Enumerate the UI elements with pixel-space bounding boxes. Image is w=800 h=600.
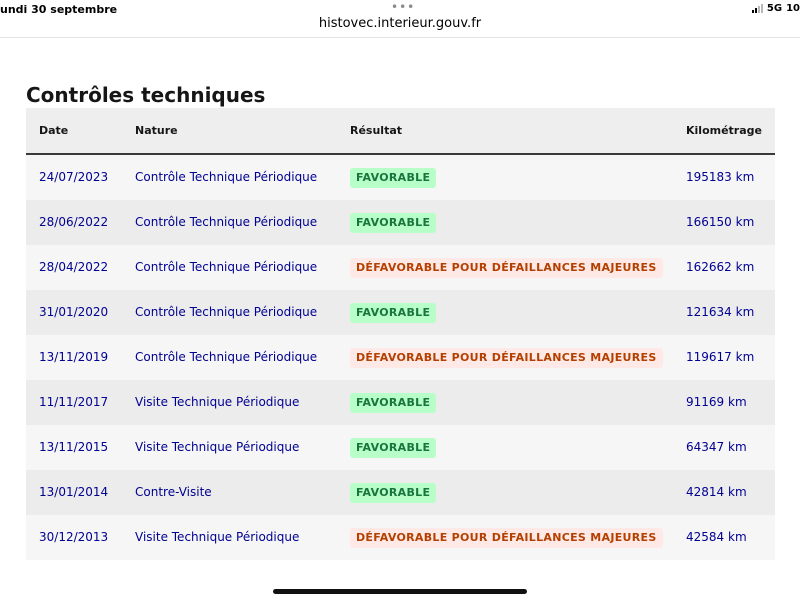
status-badge: DÉFAVORABLE POUR DÉFAILLANCES MAJEURES: [350, 257, 663, 278]
table-header: Date Nature Résultat Kilométrage: [26, 108, 775, 155]
cell-nature: Visite Technique Périodique: [135, 530, 300, 544]
table-row: 30/12/2013 Visite Technique Périodique DÉF…: [26, 515, 775, 560]
page-title: Contrôles techniques: [26, 83, 266, 107]
table-row: 11/11/2017 Visite Technique Périodique FAV…: [26, 380, 775, 425]
status-badge: DÉFAVORABLE POUR DÉFAILLANCES MAJEURES: [350, 347, 663, 368]
table-row: 13/01/2014 Contre-Visite FAVORABLE 42814 km: [26, 470, 775, 515]
cell-mileage: 166150 km: [686, 215, 755, 229]
battery-level: 10: [786, 3, 800, 14]
header-date: Date: [39, 124, 69, 137]
home-indicator[interactable]: [273, 589, 527, 594]
cell-nature: Contrôle Technique Périodique: [135, 305, 318, 319]
status-badge: FAVORABLE: [350, 167, 437, 188]
cell-mileage: 162662 km: [686, 260, 755, 274]
cell-date: 28/06/2022: [39, 215, 109, 229]
cell-mileage: 42814 km: [686, 485, 747, 499]
status-badge: FAVORABLE: [350, 302, 437, 323]
cell-date: 30/12/2013: [39, 530, 109, 544]
status-date: undi 30 septembre: [0, 3, 118, 16]
header-nature: Nature: [135, 124, 178, 137]
table-row: 13/11/2019 Contrôle Technique Périodique D…: [26, 335, 775, 380]
cell-date: 13/11/2015: [39, 440, 109, 454]
cell-result: FAVORABLE: [350, 380, 437, 425]
table-row: 13/11/2015 Visite Technique Périodique FAV…: [26, 425, 775, 470]
header-mileage: Kilométrage: [686, 124, 762, 137]
cell-mileage: 119617 km: [686, 350, 755, 364]
cell-result: FAVORABLE: [350, 425, 437, 470]
status-badge: FAVORABLE: [350, 482, 437, 503]
status-indicators: 5G 10: [751, 3, 800, 14]
cell-nature: Contrôle Technique Périodique: [135, 350, 318, 364]
cell-mileage: 42584 km: [686, 530, 747, 544]
cell-nature: Contrôle Technique Périodique: [135, 260, 318, 274]
cell-nature: Contrôle Technique Périodique: [135, 215, 318, 229]
status-badge: FAVORABLE: [350, 212, 437, 233]
cell-mileage: 64347 km: [686, 440, 747, 454]
cell-result: DÉFAVORABLE POUR DÉFAILLANCES MAJEURES: [350, 245, 663, 290]
browser-status-bar: undi 30 septembre ••• histovec.interieur…: [0, 0, 800, 38]
cell-result: DÉFAVORABLE POUR DÉFAILLANCES MAJEURES: [350, 515, 663, 560]
tab-menu-dots-icon[interactable]: •••: [391, 0, 415, 14]
cell-result: FAVORABLE: [350, 290, 437, 335]
status-badge: FAVORABLE: [350, 437, 437, 458]
status-badge: DÉFAVORABLE POUR DÉFAILLANCES MAJEURES: [350, 527, 663, 548]
cell-date: 13/01/2014: [39, 485, 109, 499]
network-type: 5G: [766, 3, 783, 14]
table-row: 28/04/2022 Contrôle Technique Périodique D…: [26, 245, 775, 290]
cell-mileage: 121634 km: [686, 305, 755, 319]
table-row: 24/07/2023 Contrôle Technique Périodique F…: [26, 155, 775, 200]
cell-result: FAVORABLE: [350, 470, 437, 515]
url-address-bar[interactable]: histovec.interieur.gouv.fr: [0, 16, 800, 31]
table-body: 24/07/2023 Contrôle Technique Périodique F…: [26, 155, 775, 560]
signal-bars-icon: [751, 4, 763, 13]
cell-date: 13/11/2019: [39, 350, 109, 364]
cell-nature: Contre-Visite: [135, 485, 212, 499]
cell-nature: Visite Technique Périodique: [135, 395, 300, 409]
cell-date: 28/04/2022: [39, 260, 109, 274]
table-row: 31/01/2020 Contrôle Technique Périodique F…: [26, 290, 775, 335]
status-badge: FAVORABLE: [350, 392, 437, 413]
table-row: 28/06/2022 Contrôle Technique Périodique F…: [26, 200, 775, 245]
technical-inspections-table: Date Nature Résultat Kilométrage 24/07/2…: [26, 108, 775, 560]
cell-date: 24/07/2023: [39, 170, 109, 184]
cell-nature: Contrôle Technique Périodique: [135, 170, 318, 184]
cell-result: FAVORABLE: [350, 200, 437, 245]
cell-mileage: 195183 km: [686, 170, 755, 184]
cell-date: 31/01/2020: [39, 305, 109, 319]
cell-result: DÉFAVORABLE POUR DÉFAILLANCES MAJEURES: [350, 335, 663, 380]
cell-date: 11/11/2017: [39, 395, 109, 409]
cell-nature: Visite Technique Périodique: [135, 440, 300, 454]
cell-result: FAVORABLE: [350, 155, 437, 200]
cell-mileage: 91169 km: [686, 395, 747, 409]
header-result: Résultat: [350, 124, 403, 137]
